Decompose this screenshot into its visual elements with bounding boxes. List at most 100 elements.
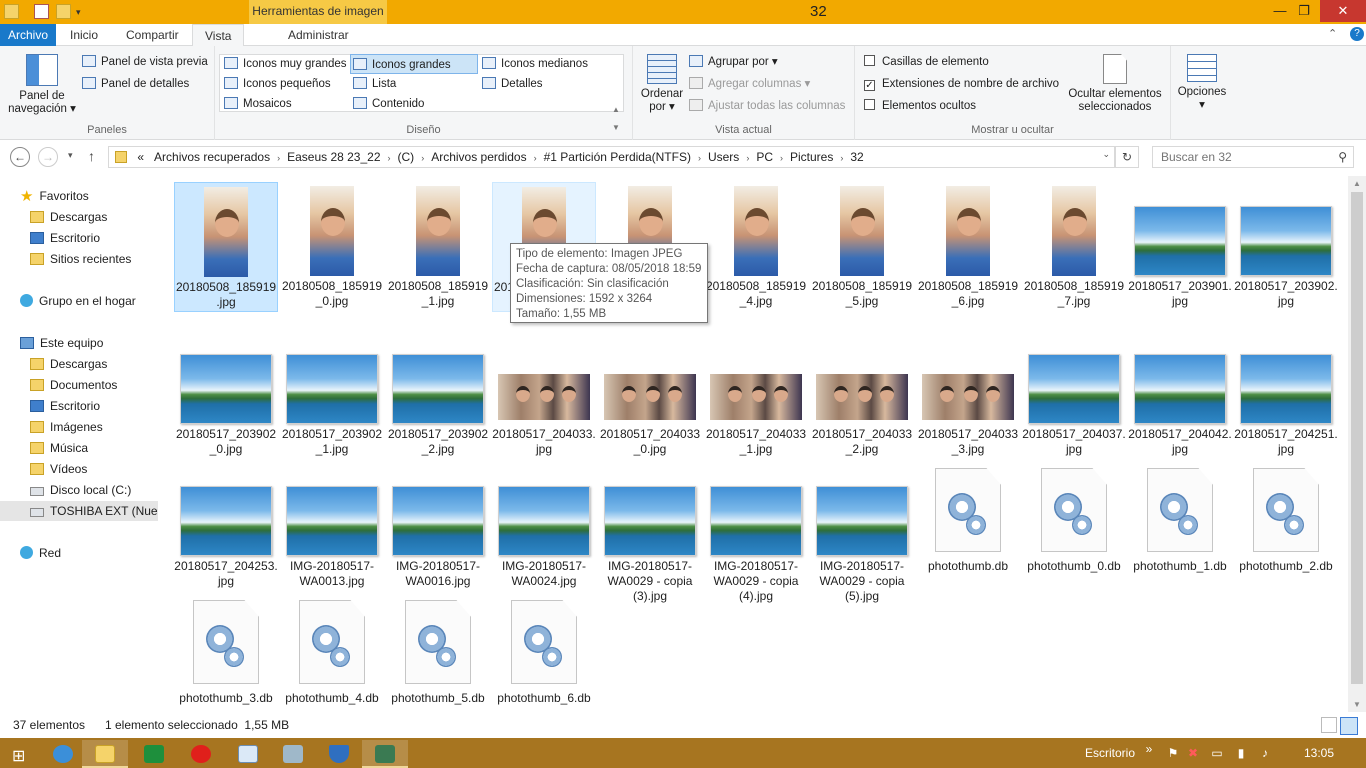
navigation-pane-button[interactable]: Panel de navegación ▾: [6, 54, 78, 116]
taskbar-active-app[interactable]: [362, 740, 408, 768]
file-item[interactable]: 20180517_203902.jpg: [1234, 182, 1338, 312]
search-box[interactable]: ⚲: [1152, 146, 1354, 168]
file-item[interactable]: photothumb_5.db: [386, 594, 490, 712]
tab-vista[interactable]: Vista: [192, 24, 245, 47]
file-item[interactable]: photothumb.db: [916, 462, 1020, 592]
large-icons-view-icon[interactable]: [1340, 717, 1358, 735]
address-bar[interactable]: «Archivos recuperados › Easeus 28 23_22 › (C…: [108, 146, 1115, 168]
nav-toshiba[interactable]: TOSHIBA EXT (Nuer: [0, 501, 158, 521]
file-item[interactable]: 20180517_204033.jpg: [492, 330, 596, 460]
item-checkboxes-option[interactable]: Casillas de elemento: [864, 52, 989, 72]
file-item[interactable]: photothumb_2.db: [1234, 462, 1338, 592]
up-arrow-icon[interactable]: ↑: [88, 148, 95, 164]
taskbar-internet-explorer[interactable]: [40, 740, 86, 768]
search-input[interactable]: [1153, 147, 1323, 167]
file-item[interactable]: 20180517_204033_0.jpg: [598, 330, 702, 460]
scroll-down-icon[interactable]: ▼: [1348, 700, 1366, 709]
layout-small-icons[interactable]: Iconos pequeños: [224, 74, 331, 94]
breadcrumb-item[interactable]: Users: [703, 147, 744, 167]
tray-expand-icon[interactable]: »: [1142, 742, 1156, 756]
preview-pane-button[interactable]: Panel de vista previa: [82, 52, 208, 72]
forward-arrow-icon[interactable]: →: [38, 147, 58, 167]
help-icon[interactable]: ?: [1350, 27, 1364, 41]
file-item[interactable]: 20180517_203901.jpg: [1128, 182, 1232, 312]
breadcrumb-separator-icon[interactable]: ›: [838, 153, 845, 163]
hidden-items-option[interactable]: Elementos ocultos: [864, 96, 976, 116]
properties-icon[interactable]: [34, 4, 49, 19]
taskbar-security[interactable]: [316, 740, 362, 768]
file-item[interactable]: 20180517_204042.jpg: [1128, 330, 1232, 460]
breadcrumb-item[interactable]: (C): [393, 147, 420, 167]
wifi-signal-icon[interactable]: ▮: [1234, 746, 1248, 760]
file-item[interactable]: 20180517_204033_3.jpg: [916, 330, 1020, 460]
maximize-button[interactable]: ❐: [1290, 0, 1318, 22]
file-item[interactable]: IMG-20180517-WA0013.jpg: [280, 462, 384, 592]
breadcrumb-separator-icon[interactable]: ›: [419, 153, 426, 163]
volume-icon[interactable]: ♪: [1258, 746, 1272, 760]
power-icon[interactable]: ▭: [1210, 746, 1224, 760]
file-item[interactable]: 20180508_185919_1.jpg: [386, 182, 490, 312]
file-item[interactable]: 20180508_185919.jpg: [174, 182, 278, 312]
breadcrumb-separator-icon[interactable]: ›: [386, 153, 393, 163]
file-item[interactable]: IMG-20180517-WA0029 - copia (3).jpg: [598, 462, 702, 603]
file-item[interactable]: 20180508_185919_5.jpg: [810, 182, 914, 312]
taskbar-opera[interactable]: [178, 740, 224, 768]
close-button[interactable]: ✕: [1320, 0, 1366, 22]
search-icon[interactable]: ⚲: [1338, 150, 1347, 164]
breadcrumb-separator-icon[interactable]: ›: [744, 153, 751, 163]
taskbar-notepad[interactable]: [225, 740, 271, 768]
file-item[interactable]: 20180517_204253.jpg: [174, 462, 278, 592]
tab-compartir[interactable]: Compartir: [114, 24, 191, 46]
breadcrumb-item[interactable]: Pictures: [785, 147, 838, 167]
file-item[interactable]: 20180508_185919_6.jpg: [916, 182, 1020, 312]
details-pane-button[interactable]: Panel de detalles: [82, 74, 189, 94]
action-center-icon[interactable]: ✖: [1186, 746, 1200, 760]
taskbar-file-explorer[interactable]: [82, 740, 128, 768]
new-folder-icon[interactable]: [56, 4, 71, 19]
clock[interactable]: 13:05: [1304, 738, 1334, 768]
layout-large-icons[interactable]: Iconos grandes: [350, 54, 478, 74]
nav-favoritos[interactable]: ★ Favoritos: [20, 186, 178, 206]
vertical-scrollbar[interactable]: ▲ ▼: [1348, 176, 1366, 712]
breadcrumb-separator-icon[interactable]: ›: [696, 153, 703, 163]
tab-inicio[interactable]: Inicio: [58, 24, 110, 46]
options-button[interactable]: Opciones ▾: [1175, 54, 1229, 112]
file-item[interactable]: photothumb_3.db: [174, 594, 278, 712]
hide-selected-button[interactable]: Ocultar elementos seleccionados: [1065, 54, 1165, 114]
file-item[interactable]: IMG-20180517-WA0029 - copia (4).jpg: [704, 462, 808, 603]
file-item[interactable]: photothumb_1.db: [1128, 462, 1232, 592]
scrollbar-thumb[interactable]: [1351, 192, 1363, 684]
breadcrumb-item[interactable]: PC: [751, 147, 778, 167]
file-item[interactable]: IMG-20180517-WA0016.jpg: [386, 462, 490, 592]
fit-columns-button[interactable]: Ajustar todas las columnas: [689, 96, 845, 116]
refresh-icon[interactable]: ↻: [1115, 146, 1139, 168]
add-columns-button[interactable]: Agregar columnas ▾: [689, 74, 810, 94]
tab-administrar[interactable]: Administrar: [276, 24, 361, 46]
quick-access-dropdown-icon[interactable]: ▾: [76, 7, 81, 18]
file-item[interactable]: 20180517_203902_2.jpg: [386, 330, 490, 460]
layout-list[interactable]: Lista: [353, 74, 396, 94]
desktop-toolbar-label[interactable]: Escritorio: [1085, 738, 1135, 768]
group-by-button[interactable]: Agrupar por ▾: [689, 52, 778, 72]
breadcrumb-item[interactable]: #1 Partición Perdida(NTFS): [539, 147, 696, 167]
breadcrumb-separator-icon[interactable]: ›: [778, 153, 785, 163]
breadcrumb-item[interactable]: Archivos recuperados: [149, 147, 275, 167]
breadcrumb-separator-icon[interactable]: ›: [275, 153, 282, 163]
back-arrow-icon[interactable]: ←: [10, 147, 30, 167]
file-item[interactable]: photothumb_4.db: [280, 594, 384, 712]
layout-medium-icons[interactable]: Iconos medianos: [482, 54, 588, 74]
checkbox[interactable]: [864, 99, 875, 110]
layout-tiles[interactable]: Mosaicos: [224, 94, 292, 114]
file-item[interactable]: 20180517_204037.jpg: [1022, 330, 1126, 460]
file-item[interactable]: IMG-20180517-WA0024.jpg: [492, 462, 596, 592]
file-item[interactable]: IMG-20180517-WA0029 - copia (5).jpg: [810, 462, 914, 603]
file-item[interactable]: photothumb_0.db: [1022, 462, 1126, 592]
breadcrumb-overflow[interactable]: «: [132, 147, 149, 167]
breadcrumb-item[interactable]: Easeus 28 23_22: [282, 147, 385, 167]
taskbar-network-app[interactable]: [270, 740, 316, 768]
flag-icon[interactable]: ⚑: [1166, 746, 1180, 760]
scroll-up-icon[interactable]: ▲: [1348, 179, 1366, 188]
taskbar-excel[interactable]: [131, 740, 177, 768]
checkbox-checked[interactable]: ✓: [864, 80, 875, 91]
file-item[interactable]: 20180517_204033_1.jpg: [704, 330, 808, 460]
